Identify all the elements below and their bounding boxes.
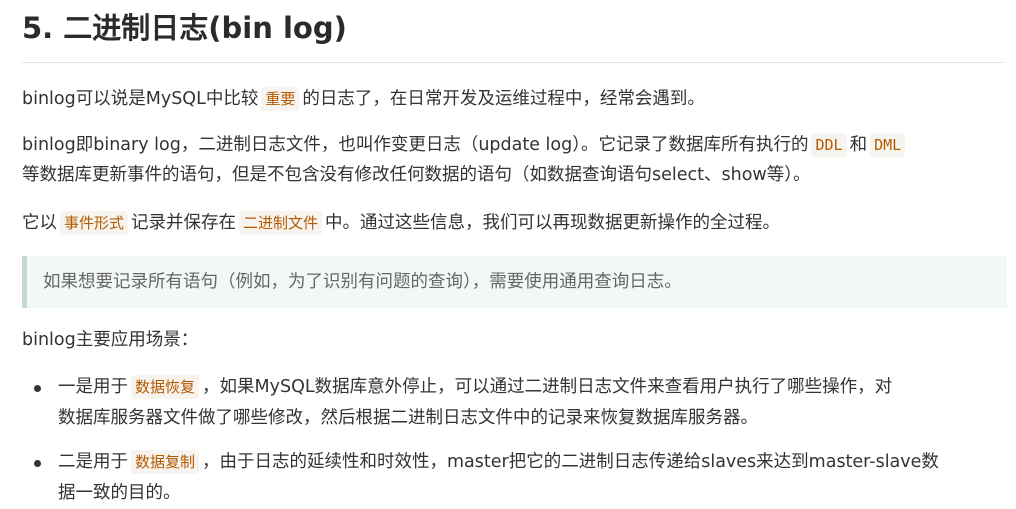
inline-code-ddl: DDL: [811, 133, 847, 157]
inline-code-event-form: 事件形式: [60, 211, 129, 235]
document-page: 5. 二进制日志(bin log) binlog可以说是MySQL中比较 重要 的日…: [0, 0, 1016, 503]
paragraph-definition: binlog即binary log，二进制日志文件，也叫作变更日志（update…: [22, 130, 1012, 190]
paragraph-text: 中。通过这些信息，我们可以再现数据更新操作的全过程。: [325, 213, 781, 233]
blockquote: 如果想要记录所有语句（例如，为了识别有问题的查询），需要使用通用查询日志。: [22, 256, 1007, 308]
paragraph-text: 记录并保存在: [131, 213, 237, 233]
list-item-line: 数据库服务器文件做了哪些修改，然后根据二进制日志文件中的记录来恢复数据库服务器。: [58, 408, 758, 428]
inline-code-binary-file: 二进制文件: [239, 211, 323, 235]
bullet-dot: [34, 460, 41, 467]
bullet-dot: [34, 385, 41, 392]
list-item-line: 据一致的目的。: [58, 483, 181, 503]
list-item-line: 一是用于 数据恢复 ，如果MySQL数据库意外停止，可以通过二进制日志文件来查看用户…: [58, 372, 1008, 403]
inline-code-dml: DML: [870, 133, 906, 157]
section-heading: 5. 二进制日志(bin log): [22, 4, 1004, 63]
paragraph-intro: binlog可以说是MySQL中比较 重要 的日志了，在日常开发及运维过程中，经常会…: [22, 84, 1012, 114]
inline-code-data-recovery: 数据恢复: [131, 375, 200, 399]
paragraph-line: binlog即binary log，二进制日志文件，也叫作变更日志（update…: [22, 130, 1012, 160]
inline-code-important: 重要: [261, 87, 300, 111]
paragraph-text: 的日志了，在日常开发及运维过程中，经常会遇到。: [302, 89, 705, 109]
inline-code-data-replication: 数据复制: [131, 450, 200, 474]
list-item: 一是用于 数据恢复 ，如果MySQL数据库意外停止，可以通过二进制日志文件来查看用户…: [58, 372, 1008, 434]
paragraph-events: 它以 事件形式 记录并保存在 二进制文件 中。通过这些信息，我们可以再现数据更新操作的全…: [22, 208, 1012, 238]
list-item-text: ，由于日志的延续性和时效性，master把它的二进制日志传递给slaves来达到…: [202, 452, 939, 472]
list-item: 二是用于 数据复制 ，由于日志的延续性和时效性，master把它的二进制日志传递给s…: [58, 447, 1008, 509]
list-item-text: ，如果MySQL数据库意外停止，可以通过二进制日志文件来查看用户执行了哪些操作，…: [202, 377, 893, 397]
paragraph-text: binlog可以说是MySQL中比较: [22, 89, 259, 109]
section-heading-text: 5. 二进制日志(bin log): [22, 11, 347, 45]
list-item-line: 二是用于 数据复制 ，由于日志的延续性和时效性，master把它的二进制日志传递给s…: [58, 447, 1008, 478]
list-item-text: 二是用于: [58, 452, 128, 472]
paragraph-text: 和: [849, 135, 868, 155]
blockquote-text: 如果想要记录所有语句（例如，为了识别有问题的查询），需要使用通用查询日志。: [43, 272, 682, 292]
paragraph-scenarios-title: binlog主要应用场景：: [22, 330, 199, 350]
paragraph-line: 等数据库更新事件的语句，但是不包含没有修改任何数据的语句（如数据查询语句sele…: [22, 165, 811, 185]
paragraph-text: binlog即binary log，二进制日志文件，也叫作变更日志（update…: [22, 135, 809, 155]
list-item-text: 一是用于: [58, 377, 128, 397]
paragraph-text: 它以: [22, 213, 57, 233]
